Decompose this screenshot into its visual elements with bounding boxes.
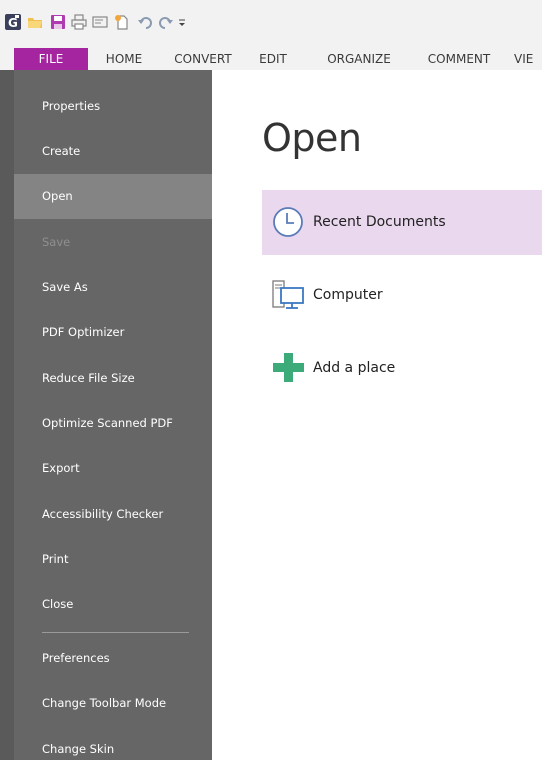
scan-icon[interactable] [92,14,108,30]
menu-item-preferences[interactable]: Preferences [14,636,212,681]
open-folder-icon[interactable] [27,14,43,30]
tab-edit[interactable]: EDIT [252,48,294,70]
redo-icon[interactable] [158,14,174,30]
clock-icon [270,204,306,240]
computer-icon [270,277,306,313]
app-logo-icon[interactable]: G [5,14,21,30]
tab-file[interactable]: FILE [14,48,88,70]
menu-item-properties[interactable]: Properties [14,84,212,129]
menu-item-reduce-file-size[interactable]: Reduce File Size [14,356,212,401]
customize-toolbar-icon[interactable] [177,14,187,30]
menu-item-accessibility-checker[interactable]: Accessibility Checker [14,492,212,537]
menu-item-open[interactable]: Open [14,174,212,219]
recent-documents-item[interactable]: Recent Documents [262,190,542,255]
page-title: Open [262,116,362,160]
menu-item-save-as[interactable]: Save As [14,265,212,310]
recent-documents-label: Recent Documents [313,214,446,230]
backstage-menu: Properties Create Open Save Save As PDF … [0,70,212,760]
computer-label: Computer [313,287,383,303]
tab-comment[interactable]: COMMENT [418,48,500,70]
menu-item-print[interactable]: Print [14,537,212,582]
menu-item-change-skin[interactable]: Change Skin [14,727,212,760]
menu-item-change-toolbar-mode[interactable]: Change Toolbar Mode [14,681,212,726]
menu-item-export[interactable]: Export [14,446,212,491]
svg-text:G: G [8,16,18,30]
quick-access-toolbar: G [0,0,542,48]
open-panel: Open Recent Documents Computer Add a pla… [212,70,542,760]
menu-divider [42,632,189,633]
add-a-place-item[interactable]: Add a place [262,336,542,401]
tab-home[interactable]: HOME [94,48,154,70]
plus-icon [270,350,306,386]
menu-item-create[interactable]: Create [14,129,212,174]
menu-item-optimize-scanned-pdf[interactable]: Optimize Scanned PDF [14,401,212,446]
menu-item-pdf-optimizer[interactable]: PDF Optimizer [14,310,212,355]
tab-organize[interactable]: ORGANIZE [320,48,398,70]
tab-convert[interactable]: CONVERT [166,48,240,70]
computer-item[interactable]: Computer [262,263,542,328]
add-a-place-label: Add a place [313,360,396,376]
tab-view[interactable]: VIE [514,48,542,70]
print-icon[interactable] [71,14,87,30]
save-icon[interactable] [50,14,66,30]
menu-item-save[interactable]: Save [14,220,212,265]
menu-edge [0,70,14,760]
ribbon-tabs: FILE HOME CONVERT EDIT ORGANIZE COMMENT … [0,48,542,70]
undo-icon[interactable] [137,14,153,30]
new-document-icon[interactable] [114,14,130,30]
menu-item-close[interactable]: Close [14,582,212,627]
